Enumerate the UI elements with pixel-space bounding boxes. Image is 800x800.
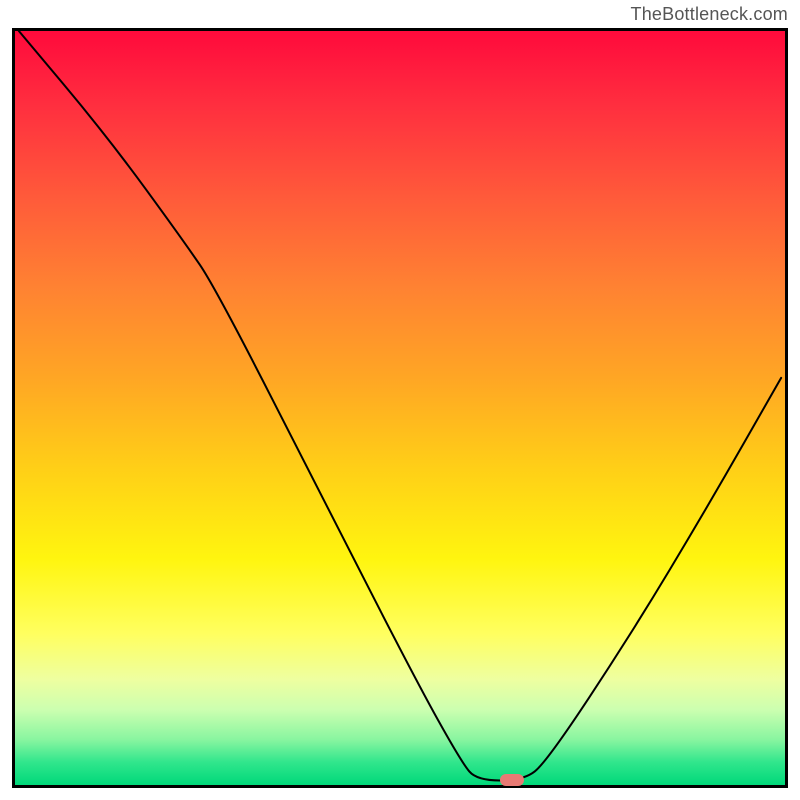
chart-frame — [12, 28, 788, 788]
optimal-marker — [500, 774, 524, 786]
chart-background-gradient — [15, 31, 785, 785]
attribution-text: TheBottleneck.com — [631, 4, 788, 25]
